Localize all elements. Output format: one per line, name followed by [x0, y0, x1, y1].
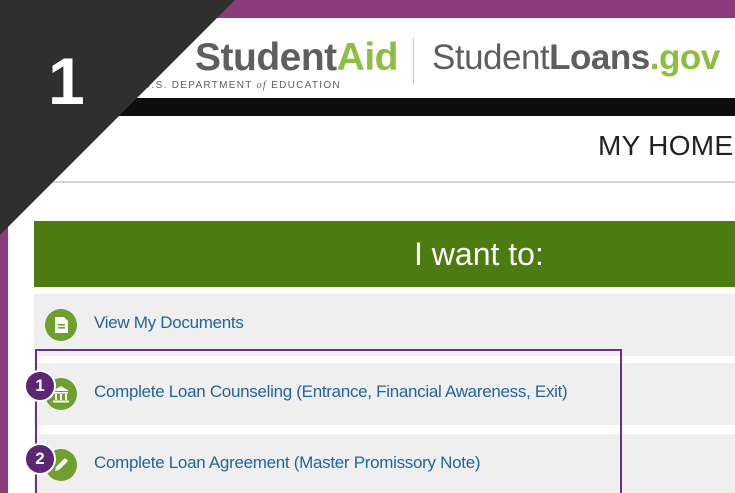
action-view-documents[interactable]: View My Documents: [34, 294, 735, 356]
page-title: MY HOME: [598, 130, 734, 161]
callout-badge-1: 1: [24, 370, 56, 402]
corner-step-badge: [0, 0, 235, 235]
action-label[interactable]: View My Documents: [94, 313, 244, 333]
highlight-box: [35, 349, 622, 493]
logo-divider: [413, 38, 414, 84]
callout-badge-2: 2: [24, 443, 56, 475]
section-title: I want to:: [414, 236, 544, 272]
corner-step-number: 1: [48, 44, 85, 118]
document-icon: [45, 309, 77, 341]
studentloans-gov-logo[interactable]: StudentLoans.gov: [432, 38, 720, 78]
